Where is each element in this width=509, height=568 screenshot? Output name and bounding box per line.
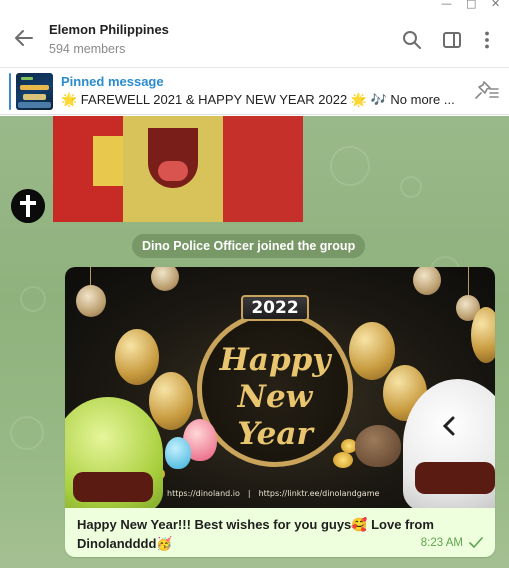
pinned-label: Pinned message	[61, 74, 164, 89]
close-icon[interactable]: ✕	[491, 0, 500, 10]
pinned-text: 🌟 FAREWELL 2021 & HAPPY NEW YEAR 2022 🌟 …	[61, 92, 455, 107]
background-doodle	[20, 286, 46, 312]
coin	[333, 452, 353, 468]
service-message: Dino Police Officer joined the group	[132, 234, 366, 258]
minimize-icon[interactable]: —	[441, 0, 452, 10]
image-headline: Happy New Year	[219, 342, 331, 452]
window-titlebar: — □ ✕	[0, 0, 509, 12]
pinned-message-bar[interactable]: Pinned message 🌟 FAREWELL 2021 & HAPPY N…	[0, 68, 509, 115]
image-footer-links: https://dinoland.io | https://linktr.ee/di…	[167, 489, 380, 498]
message-time: 8:23 AM	[420, 537, 463, 549]
chat-header: Elemon Philippines 594 members	[0, 12, 509, 68]
read-check-icon	[469, 537, 483, 548]
easter-egg	[165, 437, 191, 469]
chat-title[interactable]: Elemon Philippines	[49, 22, 169, 37]
background-doodle	[330, 146, 370, 186]
member-count: 594 members	[49, 42, 126, 56]
sender-avatar[interactable]	[11, 189, 45, 223]
search-icon[interactable]	[401, 29, 423, 51]
pinned-accent-line	[9, 73, 11, 110]
balloon	[471, 307, 495, 363]
pinned-thumbnail	[16, 73, 53, 110]
maximize-icon[interactable]: □	[466, 0, 476, 10]
balloon	[115, 329, 159, 385]
back-arrow-icon[interactable]	[12, 26, 36, 50]
background-doodle	[10, 416, 44, 450]
chat-area[interactable]: Dino Police Officer joined the group 202…	[0, 116, 509, 568]
year-badge: 2022	[241, 295, 309, 321]
photo-message-bubble[interactable]: 2022 Happy New Year https://dinoland.io |…	[65, 267, 495, 557]
more-vertical-icon[interactable]	[476, 29, 498, 51]
sticker-message[interactable]	[53, 116, 303, 222]
pinned-list-icon[interactable]	[472, 81, 500, 103]
new-year-image[interactable]: 2022 Happy New Year https://dinoland.io |…	[65, 267, 495, 508]
balloon	[149, 372, 193, 430]
balloon	[349, 322, 395, 380]
sidebar-toggle-icon[interactable]	[441, 29, 463, 51]
background-doodle	[400, 176, 422, 198]
plush-toy	[355, 425, 401, 467]
